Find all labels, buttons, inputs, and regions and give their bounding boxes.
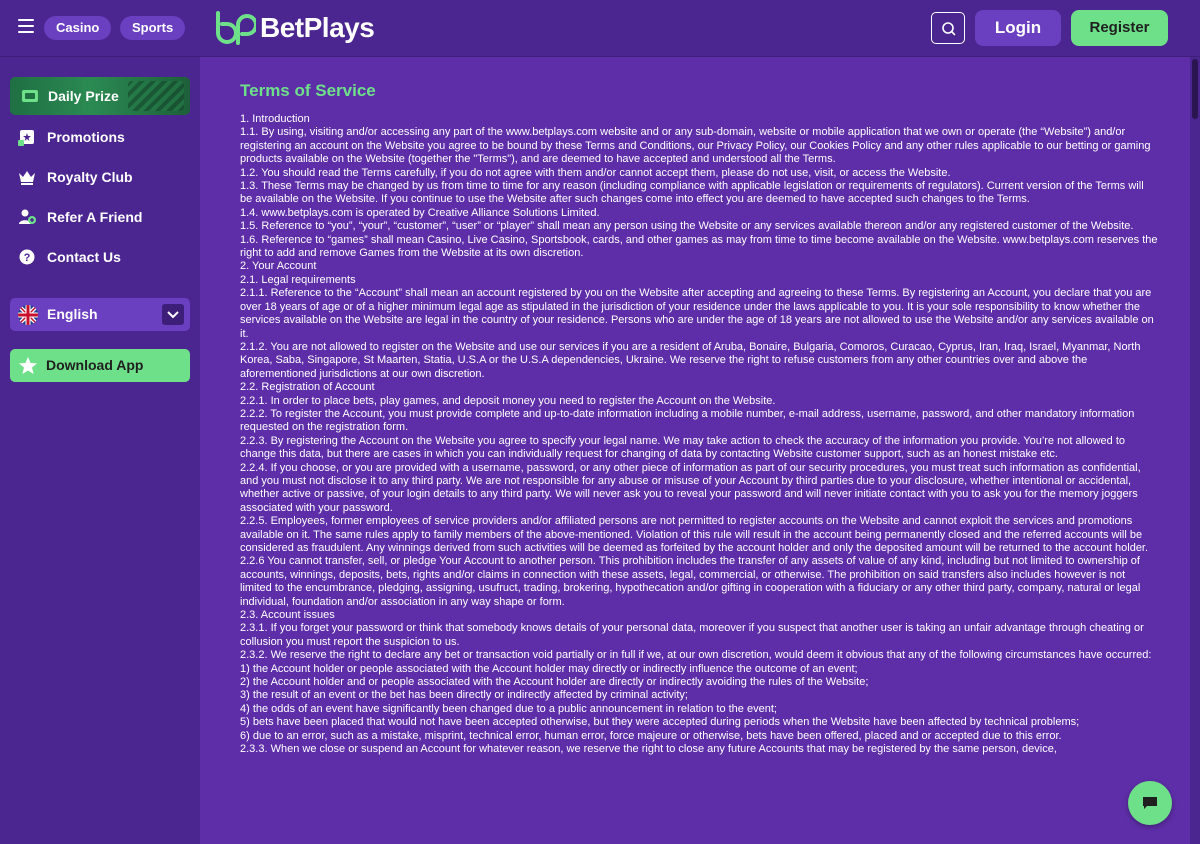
sidebar-item-label: Royalty Club (47, 169, 133, 185)
chat-bubble-icon (1143, 797, 1157, 809)
scrollbar-thumb[interactable] (1192, 59, 1198, 119)
terms-paragraph: 2.3.1. If you forget your password or th… (240, 622, 1144, 648)
download-app-label: Download App (46, 357, 144, 373)
crown-icon (17, 167, 37, 187)
daily-prize-banner[interactable]: Daily Prize (10, 77, 190, 115)
terms-body: 1. Introduction 1.1. By using, visiting a… (240, 113, 1158, 757)
top-header: Casino Sports BetPlays Login Register (0, 0, 1200, 57)
sidebar-item-label: Contact Us (47, 249, 121, 265)
terms-paragraph: 2.2.5. Employees, former employees of se… (240, 515, 1149, 554)
terms-paragraph: 1.3. These Terms may be changed by us fr… (240, 180, 1144, 206)
download-app-button[interactable]: Download App (10, 349, 190, 382)
banner-decoration (128, 81, 184, 111)
terms-paragraph: 2. Your Account (240, 260, 317, 273)
logo-mark-icon (216, 11, 256, 45)
star-icon (19, 357, 37, 374)
sidebar-item-royalty-club[interactable]: Royalty Club (17, 165, 192, 189)
question-icon: ? (17, 247, 37, 267)
live-chat-button[interactable] (1128, 781, 1172, 825)
terms-paragraph: 2.2.2. To register the Account, you must… (240, 407, 1135, 434)
sidebar-item-promotions[interactable]: Promotions (17, 125, 192, 149)
register-button[interactable]: Register (1071, 10, 1168, 46)
chevron-down-icon[interactable] (162, 304, 184, 325)
terms-paragraph: 2.2. Registration of Account (240, 381, 375, 394)
terms-paragraph: 1.6. Reference to “games” shall mean Cas… (240, 233, 1158, 260)
sidebar-item-label: Promotions (47, 129, 125, 145)
page-scrollbar[interactable] (1190, 57, 1200, 844)
sports-tab[interactable]: Sports (120, 16, 186, 40)
terms-paragraph: 1) the Account holder or people associat… (240, 662, 858, 675)
gift-icon (17, 127, 37, 147)
terms-paragraph: 4) the odds of an event have significant… (240, 702, 777, 715)
terms-paragraph: 2.2.6 You cannot transfer, sell, or pled… (240, 555, 1141, 608)
terms-paragraph: 2.1. Legal requirements (240, 273, 356, 286)
sidebar-item-contact-us[interactable]: ? Contact Us (17, 245, 192, 269)
terms-paragraph: 2) the Account holder and or people asso… (240, 676, 869, 689)
terms-paragraph: 1.5. Reference to “you”, “your”, “custom… (240, 220, 1134, 233)
sidebar: Daily Prize Promotions Royalty Club Refe… (0, 57, 200, 844)
terms-paragraph: 5) bets have been placed that would not … (240, 716, 1080, 729)
terms-paragraph: 1.2. You should read the Terms carefully… (240, 166, 951, 179)
svg-text:?: ? (24, 252, 31, 264)
terms-paragraph: 1.1. By using, visiting and/or accessing… (240, 126, 1151, 166)
daily-prize-label: Daily Prize (48, 88, 119, 104)
language-label: English (47, 306, 98, 322)
terms-paragraph: 2.1.2. You are not allowed to register o… (240, 340, 1141, 380)
casino-tab[interactable]: Casino (44, 16, 112, 40)
terms-paragraph: 1.4. www.betplays.com is operated by Cre… (240, 206, 600, 219)
terms-content-panel: Terms of Service 1. Introduction 1.1. By … (200, 57, 1190, 844)
search-button[interactable] (931, 12, 965, 44)
page-title: Terms of Service (240, 81, 376, 100)
terms-paragraph: 2.1.1. Reference to the “Account” shall … (240, 287, 1154, 340)
terms-paragraph: 6) due to an error, such as a mistake, m… (240, 729, 1062, 742)
login-button[interactable]: Login (975, 10, 1061, 46)
search-icon (942, 22, 956, 36)
terms-paragraph: 2.3. Account issues (240, 609, 335, 622)
users-icon (17, 207, 37, 227)
sidebar-item-label: Refer A Friend (47, 209, 143, 225)
brand-logo[interactable]: BetPlays (212, 10, 375, 46)
hamburger-menu-icon[interactable] (18, 19, 34, 35)
terms-paragraph: 2.2.1. In order to place bets, play game… (240, 394, 776, 407)
terms-paragraph: 1. Introduction (240, 113, 310, 125)
terms-paragraph: 2.3.3. When we close or suspend an Accou… (240, 743, 1057, 756)
prize-ticket-icon (22, 90, 38, 102)
terms-paragraph: 3) the result of an event or the bet has… (240, 689, 688, 702)
language-selector[interactable]: English (10, 298, 190, 331)
terms-paragraph: 2.2.3. By registering the Account on the… (240, 434, 1125, 461)
brand-name: BetPlays (260, 12, 375, 43)
sidebar-item-refer-a-friend[interactable]: Refer A Friend (17, 205, 192, 229)
terms-paragraph: 2.2.4. If you choose, or you are provide… (240, 461, 1141, 514)
terms-paragraph: 2.3.2. We reserve the right to declare a… (240, 649, 1152, 662)
uk-flag-icon (18, 305, 38, 325)
